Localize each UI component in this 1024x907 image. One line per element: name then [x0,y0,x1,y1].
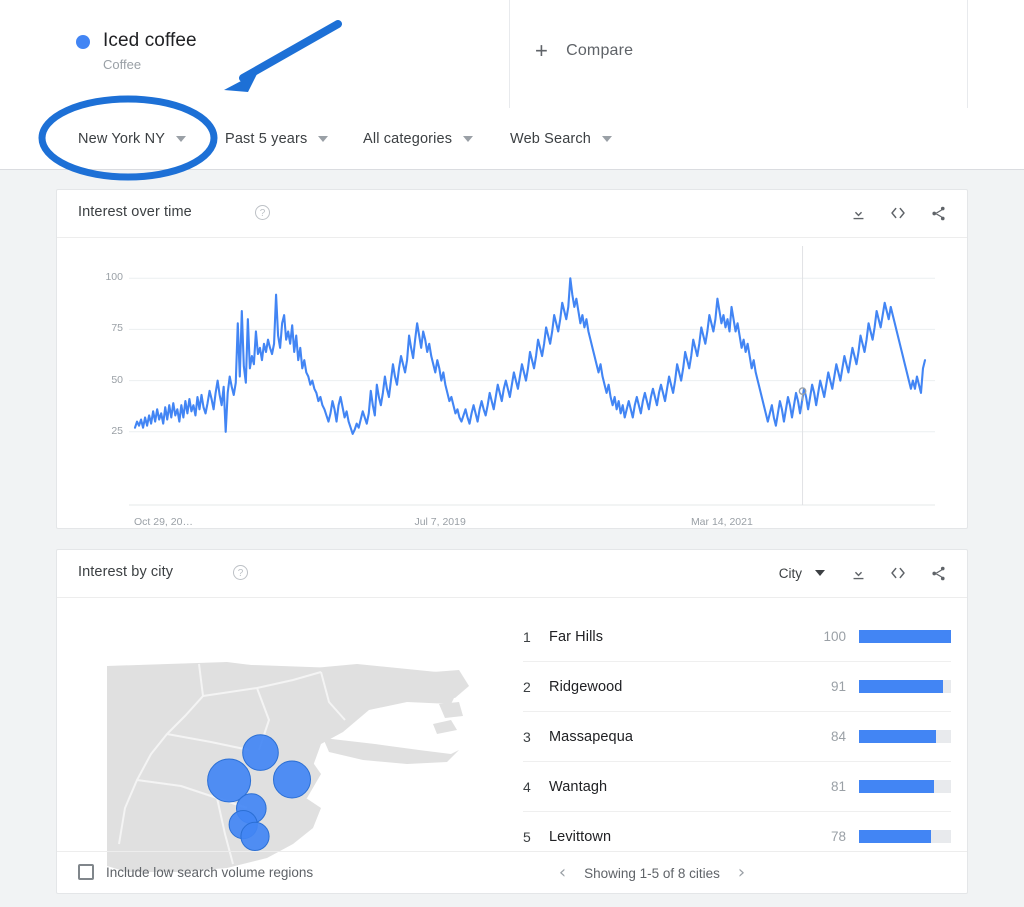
city-bar [859,830,951,843]
interest-over-time-actions [845,200,951,226]
next-page-icon[interactable]: › [738,864,745,882]
y-tick-label: 100 [93,271,123,283]
filter-location[interactable]: New York NY [78,108,186,169]
map-graphic [107,658,477,873]
city-value: 100 [804,629,846,644]
filter-search-type-label: Web Search [510,131,591,147]
y-tick-label: 50 [93,374,123,386]
plus-icon: + [535,40,548,62]
map-marker[interactable] [274,761,311,798]
prev-page-icon[interactable]: ‹ [559,864,566,882]
interest-by-city-header: Interest by city ? City [57,550,967,598]
chevron-down-icon [318,136,328,142]
interest-by-city-body: 1Far Hills1002Ridgewood913Massapequa844W… [57,598,967,851]
filter-location-label: New York NY [78,131,165,147]
city-pager: ‹ Showing 1-5 of 8 cities › [559,864,745,882]
city-rank: 2 [523,679,549,695]
scope-select-label: City [779,566,802,581]
city-name: Massapequa [549,729,804,745]
filter-bar: New York NY Past 5 years All categories … [0,108,1024,170]
city-rank: 1 [523,629,549,645]
filter-time-range[interactable]: Past 5 years [225,108,328,169]
map-marker[interactable] [243,735,279,771]
embed-icon[interactable] [885,560,911,586]
city-value: 91 [804,679,846,694]
filter-search-type[interactable]: Web Search [510,108,612,169]
y-tick-label: 25 [93,425,123,437]
filter-category[interactable]: All categories [363,108,473,169]
city-name: Ridgewood [549,679,804,695]
interest-by-city-card: Interest by city ? City [56,549,968,894]
city-rank: 3 [523,729,549,745]
include-low-volume-label: Include low search volume regions [106,865,313,880]
series-color-dot [76,35,90,49]
city-row[interactable]: 3Massapequa84 [523,712,951,762]
search-term-subtitle: Coffee [103,55,197,74]
x-tick-label: Oct 29, 20… [134,516,193,528]
interest-over-time-header: Interest over time ? [57,190,967,238]
city-bar [859,730,951,743]
y-tick-label: 75 [93,322,123,334]
city-name: Far Hills [549,629,804,645]
embed-icon[interactable] [885,200,911,226]
interest-over-time-title: Interest over time [78,204,192,220]
interest-over-time-chart[interactable]: 25 50 75 100 Oct 29, 20… Jul 7, 2019 Mar 14, … [57,238,967,530]
city-rank: 5 [523,829,549,845]
help-icon[interactable]: ? [255,205,270,220]
city-name: Levittown [549,829,804,845]
compare-button[interactable]: + Compare [535,40,633,62]
city-row[interactable]: 4Wantagh81 [523,762,951,812]
city-row[interactable]: 1Far Hills100 [523,612,951,662]
search-term-title: Iced coffee [103,28,197,54]
city-value: 84 [804,729,846,744]
city-bar [859,630,951,643]
map-marker[interactable] [241,822,269,850]
share-icon[interactable] [925,200,951,226]
time-series-plot [57,238,967,530]
chevron-down-icon [815,570,825,576]
share-icon[interactable] [925,560,951,586]
checkbox-icon[interactable] [78,864,94,880]
search-term-card[interactable]: Iced coffee Coffee [56,0,510,108]
region-map[interactable] [107,658,477,873]
help-icon[interactable]: ? [233,565,248,580]
city-rank: 4 [523,779,549,795]
filter-category-label: All categories [363,131,452,147]
chevron-down-icon [602,136,612,142]
include-low-volume-toggle[interactable]: Include low search volume regions [78,864,313,880]
city-value: 78 [804,829,846,844]
chevron-down-icon [463,136,473,142]
interest-by-city-footer: Include low search volume regions ‹ Show… [57,851,967,896]
trends-page: Iced coffee Coffee + Compare New York NY… [0,0,1024,907]
interest-over-time-card: Interest over time ? [56,189,968,529]
x-tick-label: Jul 7, 2019 [414,516,465,528]
city-name: Wantagh [549,779,804,795]
search-term-header: Iced coffee Coffee + Compare [0,0,1024,109]
interest-by-city-title: Interest by city [78,564,173,580]
filter-time-range-label: Past 5 years [225,131,307,147]
compare-label: Compare [566,42,633,60]
scope-select[interactable]: City [779,566,825,581]
download-icon[interactable] [845,560,871,586]
city-bar [859,780,951,793]
city-value: 81 [804,779,846,794]
city-bar [859,680,951,693]
compare-card[interactable]: + Compare [510,0,968,108]
pager-status: Showing 1-5 of 8 cities [584,866,720,881]
x-tick-label: Mar 14, 2021 [691,516,753,528]
chevron-down-icon [176,136,186,142]
download-icon[interactable] [845,200,871,226]
interest-by-city-actions: City [779,560,951,586]
city-row[interactable]: 2Ridgewood91 [523,662,951,712]
city-ranking-list: 1Far Hills1002Ridgewood913Massapequa844W… [523,612,951,861]
